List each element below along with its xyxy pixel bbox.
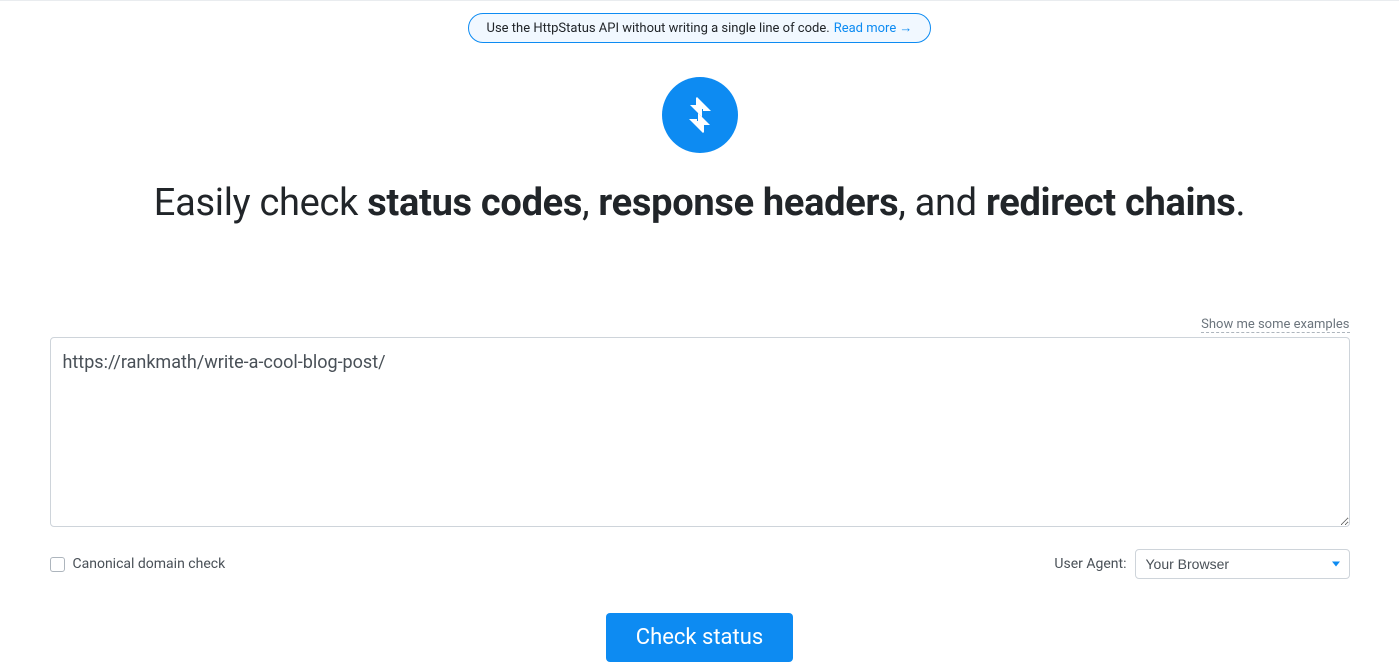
- url-input[interactable]: [50, 337, 1350, 527]
- check-status-button[interactable]: Check status: [606, 613, 793, 662]
- logo-icon: [662, 77, 738, 153]
- page-headline: Easily check status codes, response head…: [0, 181, 1399, 225]
- user-agent-label: User Agent:: [1054, 556, 1126, 572]
- promo-text: Use the HttpStatus API without writing a…: [487, 21, 830, 36]
- user-agent-select[interactable]: Your Browser: [1135, 549, 1350, 579]
- arrows-swap-icon: [678, 93, 722, 137]
- canonical-checkbox[interactable]: [50, 557, 65, 572]
- canonical-label[interactable]: Canonical domain check: [73, 556, 226, 572]
- promo-banner[interactable]: Use the HttpStatus API without writing a…: [468, 13, 932, 43]
- examples-link[interactable]: Show me some examples: [1201, 317, 1349, 333]
- promo-link[interactable]: Read more →: [834, 20, 913, 36]
